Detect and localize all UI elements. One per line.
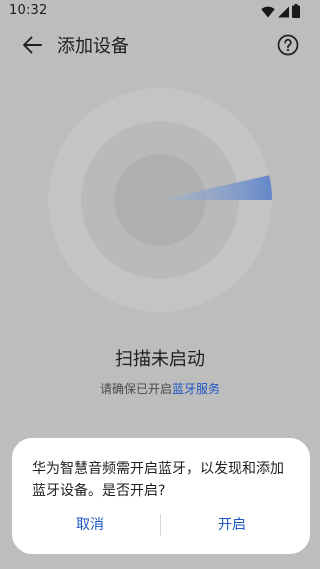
dialog-message: 华为智慧音频需开启蓝牙，以发现和添加蓝牙设备。是否开启? (32, 461, 284, 499)
scan-status-title: 扫描未启动 (115, 349, 205, 370)
scan-hint: 请确保已开启蓝牙服务 (0, 379, 320, 399)
cancel-button[interactable]: 取消 (20, 510, 160, 540)
help-button[interactable] (276, 34, 300, 60)
bluetooth-service-link[interactable]: 蓝牙服务 (172, 382, 220, 396)
status-bar: 10:32 (0, 0, 320, 24)
help-circle-icon (277, 34, 299, 60)
dialog-divider (160, 514, 161, 536)
wifi-icon (261, 3, 275, 22)
arrow-left-icon (22, 36, 42, 58)
status-time: 10:32 (9, 3, 48, 18)
page-title: 添加设备 (57, 36, 129, 57)
signal-icon (278, 3, 289, 22)
scan-hint-text: 请确保已开启 (99, 382, 172, 396)
enable-bluetooth-button[interactable]: 开启 (162, 510, 302, 540)
back-button[interactable] (19, 35, 45, 59)
dialog-actions: 取消 开启 (12, 510, 310, 540)
battery-icon (292, 3, 300, 22)
bluetooth-permission-dialog: 华为智慧音频需开启蓝牙，以发现和添加蓝牙设备。是否开启? 取消 开启 (12, 438, 310, 554)
app-bar: 添加设备 (0, 26, 320, 68)
status-icons (261, 3, 300, 22)
radar-scan-graphic (48, 88, 272, 312)
